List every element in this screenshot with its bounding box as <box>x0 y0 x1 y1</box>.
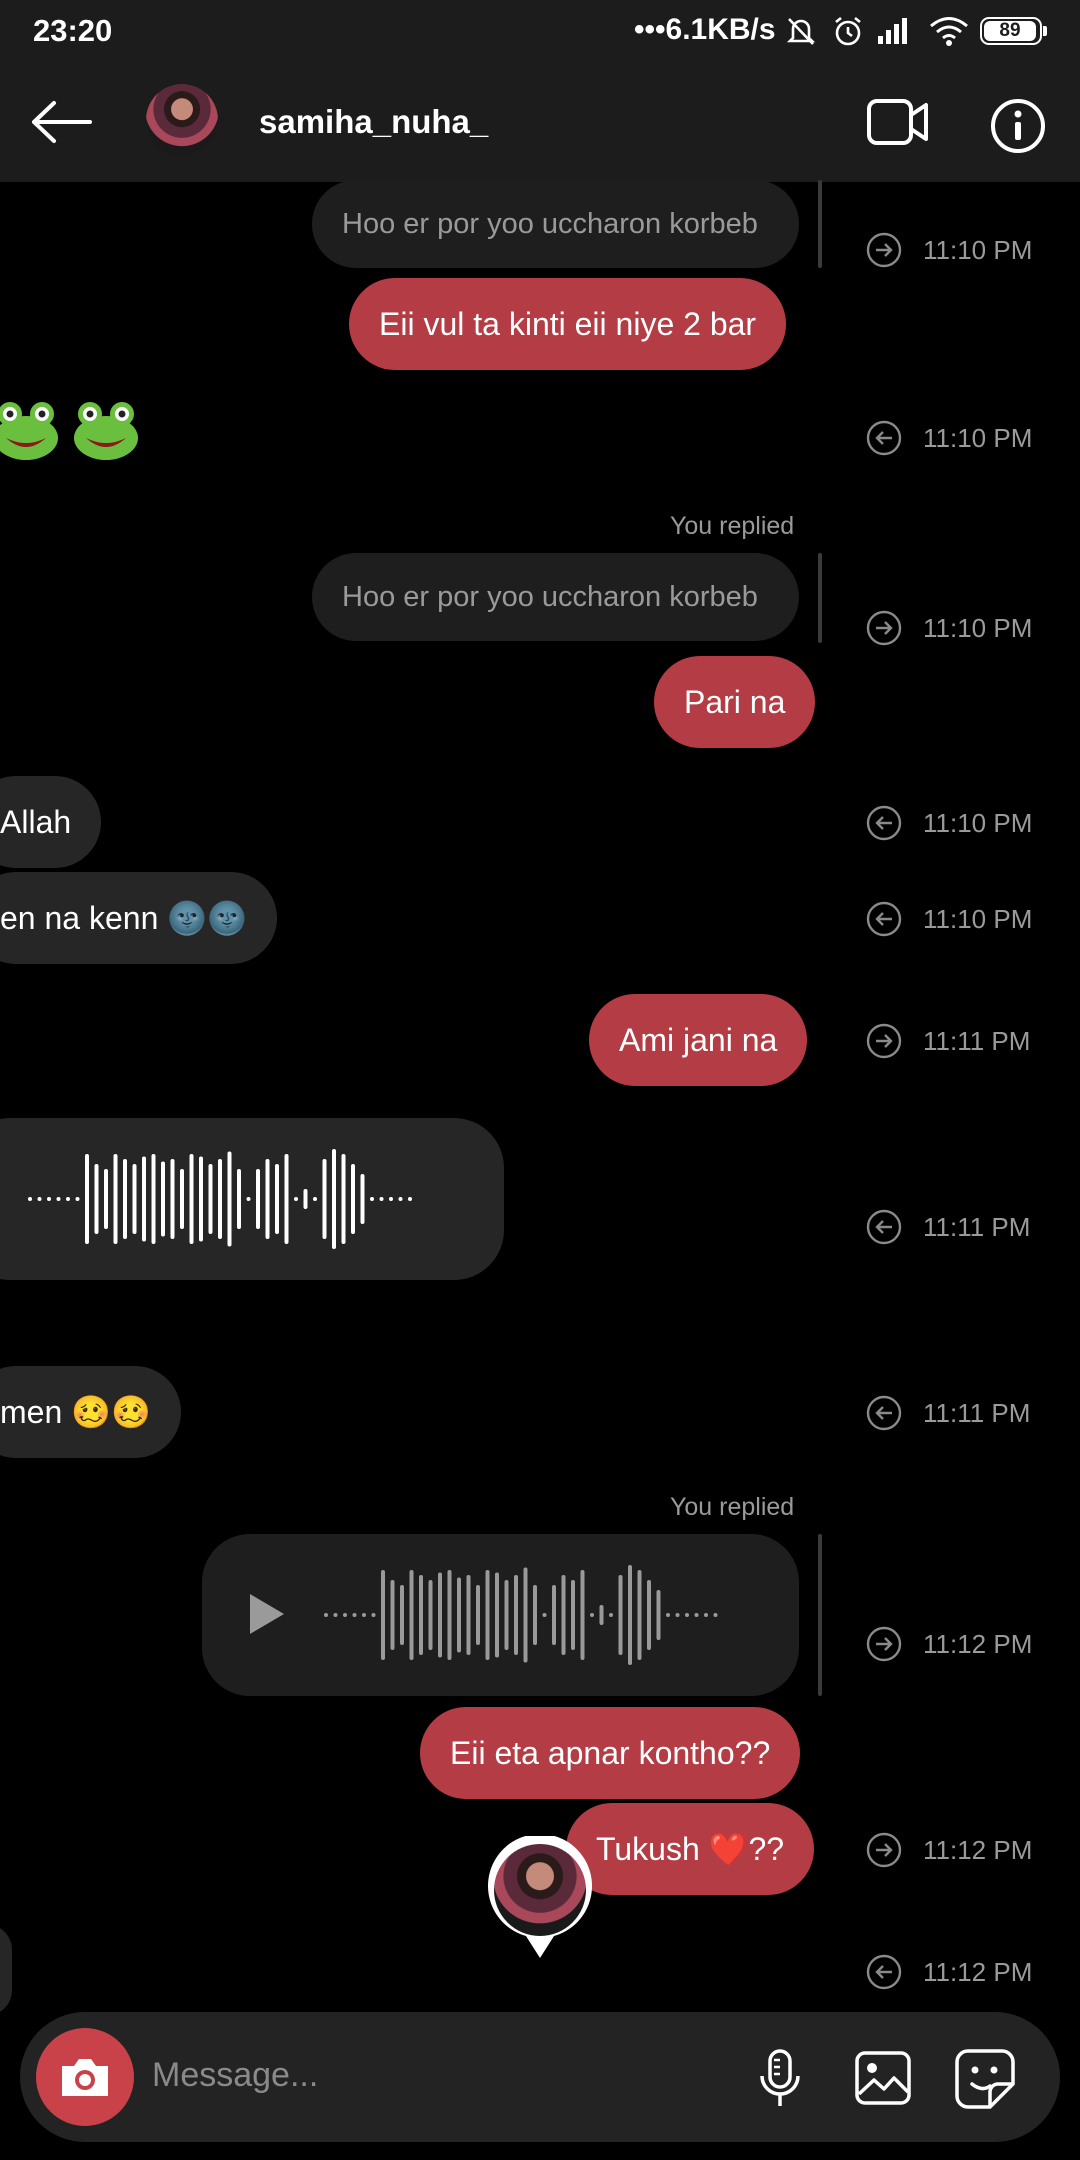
you-replied-label: You replied <box>670 1493 795 1521</box>
sent-arrow-icon <box>866 232 902 273</box>
back-arrow-icon[interactable] <box>30 99 92 150</box>
received-arrow-icon <box>866 1954 902 1995</box>
message-composer: Message... <box>20 2012 1060 2142</box>
gallery-icon[interactable] <box>854 2050 912 2111</box>
microphone-icon[interactable] <box>756 2048 804 2115</box>
info-icon[interactable] <box>990 98 1046 159</box>
received-arrow-icon <box>866 805 902 846</box>
received-arrow-icon <box>866 1395 902 1436</box>
sent-arrow-icon <box>866 1023 902 1064</box>
camera-icon <box>58 2054 112 2105</box>
frog-emoji-message[interactable] <box>0 400 152 478</box>
sticker-icon[interactable] <box>954 2048 1016 2115</box>
received-message[interactable]: men 🥴🥴 <box>0 1366 181 1458</box>
battery-icon: 89 <box>980 17 1047 45</box>
received-message[interactable]: en na kenn 🌚🌚 <box>0 872 277 964</box>
status-time: 23:20 <box>33 13 113 48</box>
sent-arrow-icon <box>866 610 902 651</box>
signal-icon <box>876 14 916 53</box>
sent-message[interactable]: Tukush ❤️?? <box>566 1803 815 1895</box>
you-replied-label: You replied <box>670 512 795 540</box>
sent-arrow-icon <box>866 1626 902 1667</box>
voice-message[interactable] <box>0 1118 504 1280</box>
received-arrow-icon <box>866 1209 902 1250</box>
quoted-message: Hoo er por yoo uccharon korbeb <box>312 553 799 641</box>
contact-username[interactable]: samiha_nuha_ <box>259 103 488 141</box>
battery-level: 89 <box>984 21 1036 41</box>
wifi-icon <box>928 14 970 53</box>
quoted-message: Hoo er por yoo uccharon korbeb <box>312 180 799 268</box>
received-arrow-icon <box>866 420 902 461</box>
seen-avatar-marker <box>486 1833 594 1960</box>
message-input[interactable]: Message... <box>152 2056 318 2095</box>
contact-avatar[interactable] <box>146 84 218 156</box>
alarm-icon <box>831 14 865 53</box>
sent-message[interactable]: Eii vul ta kinti eii niye 2 bar <box>349 278 787 370</box>
quoted-voice-message[interactable] <box>202 1534 799 1696</box>
voice-waveform <box>28 1149 412 1249</box>
play-icon[interactable] <box>244 1590 288 1643</box>
sent-message[interactable]: Ami jani na <box>589 994 808 1086</box>
video-call-icon[interactable] <box>866 96 930 153</box>
received-arrow-icon <box>866 901 902 942</box>
received-message[interactable] <box>0 1924 12 2016</box>
sent-message[interactable]: Eii eta apnar kontho?? <box>420 1707 801 1799</box>
sent-message[interactable]: Pari na <box>654 656 816 748</box>
mute-bell-icon <box>784 14 818 53</box>
chat-header: samiha_nuha_ <box>0 62 1080 182</box>
sent-arrow-icon <box>866 1832 902 1873</box>
status-bar: 23:20 •••6.1KB/s 89 <box>0 0 1080 62</box>
network-speed: •••6.1KB/s <box>634 13 776 46</box>
voice-waveform <box>324 1565 718 1665</box>
received-message[interactable]: Allah <box>0 776 102 868</box>
camera-button[interactable] <box>36 2028 134 2126</box>
